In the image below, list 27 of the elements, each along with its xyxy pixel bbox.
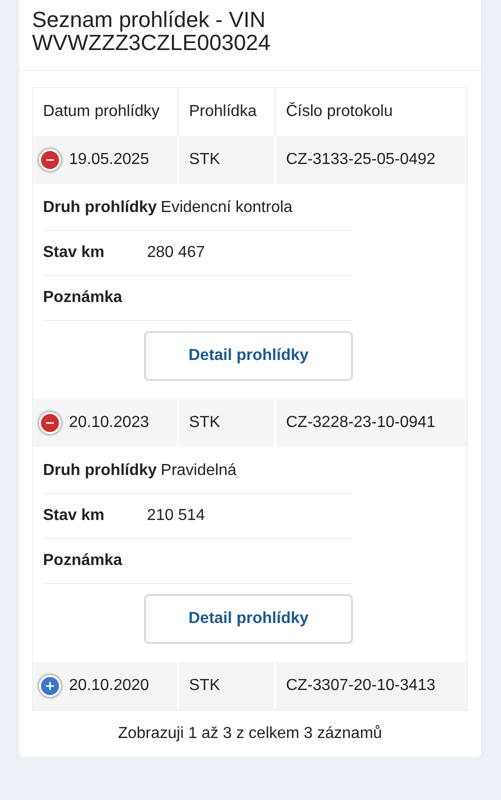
detail-label: Poznámka xyxy=(43,289,124,307)
detail-label: Druh prohlídky xyxy=(43,462,157,480)
detail-label: Druh prohlídky xyxy=(43,199,157,217)
detail-value: 280 467 xyxy=(147,244,205,262)
detail-button[interactable]: Detail prohlídky xyxy=(144,594,353,644)
table-cell-text: 20.10.2023 xyxy=(69,413,150,433)
table-cell-text: CZ-3133-25-05-0492 xyxy=(286,150,436,170)
table-cell-text: STK xyxy=(189,413,220,433)
expand-icon[interactable] xyxy=(39,675,61,697)
table-cell-text: 20.10.2020 xyxy=(69,676,150,696)
table-info: Zobrazuji 1 až 3 z celkem 3 záznamů xyxy=(116,725,384,743)
table-cell-text: CZ-3307-20-10-3413 xyxy=(286,676,436,696)
table-cell-text: CZ-3228-23-10-0941 xyxy=(286,413,436,433)
table-cell-text: STK xyxy=(189,676,220,696)
detail-label: Poznámka xyxy=(43,552,124,570)
detail-value: Evidencní kontrola xyxy=(160,199,292,217)
detail-value: Pravidelná xyxy=(160,462,236,480)
detail-label: Stav km xyxy=(43,244,106,262)
detail-button[interactable]: Detail prohlídky xyxy=(144,331,353,381)
detail-label: Stav km xyxy=(43,507,106,525)
table-cell-text: 19.05.2025 xyxy=(69,150,150,170)
collapse-icon[interactable] xyxy=(39,149,61,171)
detail-value: 210 514 xyxy=(147,507,205,525)
table-cell-text: STK xyxy=(189,150,220,170)
column-header[interactable]: Číslo protokolu xyxy=(276,88,467,136)
collapse-icon[interactable] xyxy=(39,412,61,434)
page-title: Seznam prohlídek - VIN WVWZZZ3CZLE003024 xyxy=(19,0,481,71)
